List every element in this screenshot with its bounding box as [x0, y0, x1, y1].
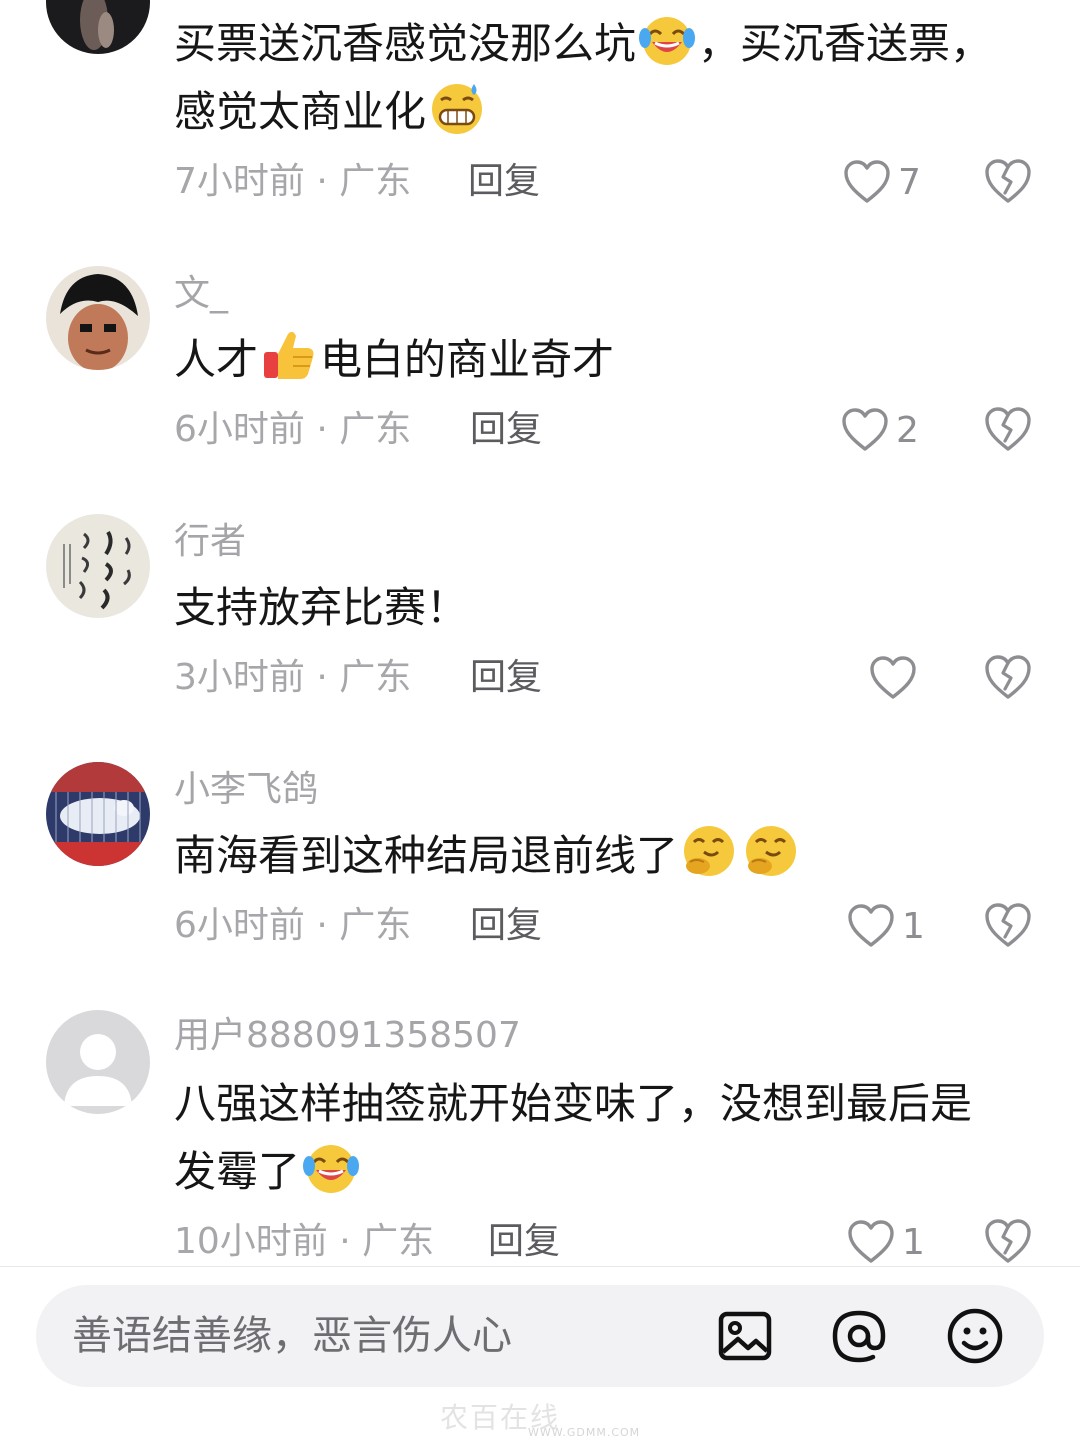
- like-count: 1: [902, 1221, 925, 1263]
- heart-outline-icon: [846, 903, 896, 949]
- heart-outline-icon: [842, 159, 892, 205]
- comment-meta: 7小时前 · 广东: [174, 161, 412, 202]
- like-count: 7: [898, 161, 921, 203]
- laugh-cry-emoji-icon: [302, 1138, 360, 1196]
- reply-button[interactable]: 回复: [470, 656, 542, 700]
- comment-username[interactable]: 小李飞鸽: [174, 768, 318, 812]
- reply-button[interactable]: 回复: [470, 408, 542, 452]
- comment-location: 广东: [339, 905, 412, 946]
- comment-meta: 3小时前 · 广东: [174, 657, 412, 698]
- input-placeholder: 善语结善缘，恶言伤人心: [72, 1313, 512, 1359]
- avatar[interactable]: [46, 266, 150, 370]
- heart-outline-icon: [846, 1219, 896, 1265]
- heart-outline-icon: [840, 407, 890, 453]
- reply-button[interactable]: 回复: [468, 160, 540, 204]
- comment-meta: 6小时前 · 广东: [174, 409, 412, 450]
- comment-text: 人才 电白的商业奇才: [174, 326, 1010, 394]
- comment-text: 南海看到这种结局退前线了: [174, 822, 1010, 890]
- broken-heart-icon: [982, 405, 1034, 453]
- comment-location: 广东: [362, 1221, 435, 1262]
- comment-username[interactable]: 文_: [174, 272, 228, 316]
- like-count: 2: [896, 409, 919, 451]
- avatar[interactable]: [46, 0, 150, 54]
- thumbs-up-emoji-icon: [260, 326, 318, 384]
- comment-time: 10小时前: [174, 1221, 328, 1262]
- comment-input[interactable]: 善语结善缘，恶言伤人心: [36, 1285, 1044, 1387]
- like-button[interactable]: 7: [842, 157, 921, 207]
- at-sign-icon[interactable]: [828, 1305, 890, 1367]
- heart-outline-icon: [868, 655, 918, 701]
- smiley-icon[interactable]: [944, 1305, 1006, 1367]
- comment-time: 6小时前: [174, 409, 305, 450]
- giggle-emoji-icon: [680, 822, 738, 880]
- comment-username[interactable]: 行者: [174, 520, 246, 564]
- comment-username[interactable]: 用户888091358507: [174, 1014, 521, 1058]
- dislike-button[interactable]: [982, 405, 1034, 455]
- reply-button[interactable]: 回复: [470, 904, 542, 948]
- dislike-button[interactable]: [982, 157, 1034, 207]
- comment-time: 3小时前: [174, 657, 305, 698]
- avatar[interactable]: [46, 514, 150, 618]
- comment-text: 支持放弃比赛！: [174, 583, 469, 632]
- comment-location: 广东: [339, 161, 412, 202]
- comment-location: 广东: [339, 657, 412, 698]
- avatar[interactable]: [46, 1010, 150, 1114]
- grimace-emoji-icon: [428, 78, 486, 136]
- comment-location: 广东: [339, 409, 412, 450]
- giggle-emoji-icon: [742, 822, 800, 880]
- broken-heart-icon: [982, 653, 1034, 701]
- like-count: 1: [902, 905, 925, 947]
- image-icon[interactable]: [714, 1305, 776, 1367]
- comment-meta: 6小时前 · 广东: [174, 905, 412, 946]
- dislike-button[interactable]: [982, 1217, 1034, 1267]
- watermark-url: WWW.GDMM.COM: [528, 1426, 641, 1439]
- laugh-cry-emoji-icon: [638, 10, 696, 68]
- like-button[interactable]: 2: [840, 405, 919, 455]
- avatar[interactable]: [46, 762, 150, 866]
- broken-heart-icon: [982, 1217, 1034, 1265]
- dislike-button[interactable]: [982, 901, 1034, 951]
- broken-heart-icon: [982, 901, 1034, 949]
- like-button[interactable]: 1: [846, 901, 925, 951]
- comment-meta: 10小时前 · 广东: [174, 1221, 435, 1262]
- like-button[interactable]: 1: [846, 1217, 925, 1267]
- comment-time: 6小时前: [174, 905, 305, 946]
- comment-page: 买票送沉香感觉没那么坑 ，买沉香送票， 感觉太商业化 7小时前 · 广东 回复 7: [0, 0, 1080, 1441]
- broken-heart-icon: [982, 157, 1034, 205]
- comment-text: 八强这样抽签就开始变味了，没想到最后是 发霉了: [174, 1079, 973, 1196]
- comment-text: 买票送沉香感觉没那么坑 ，买沉香送票， 感觉太商业化: [174, 10, 1010, 146]
- like-button[interactable]: [868, 653, 924, 703]
- reply-button[interactable]: 回复: [488, 1220, 560, 1264]
- comment-time: 7小时前: [174, 161, 305, 202]
- dislike-button[interactable]: [982, 653, 1034, 703]
